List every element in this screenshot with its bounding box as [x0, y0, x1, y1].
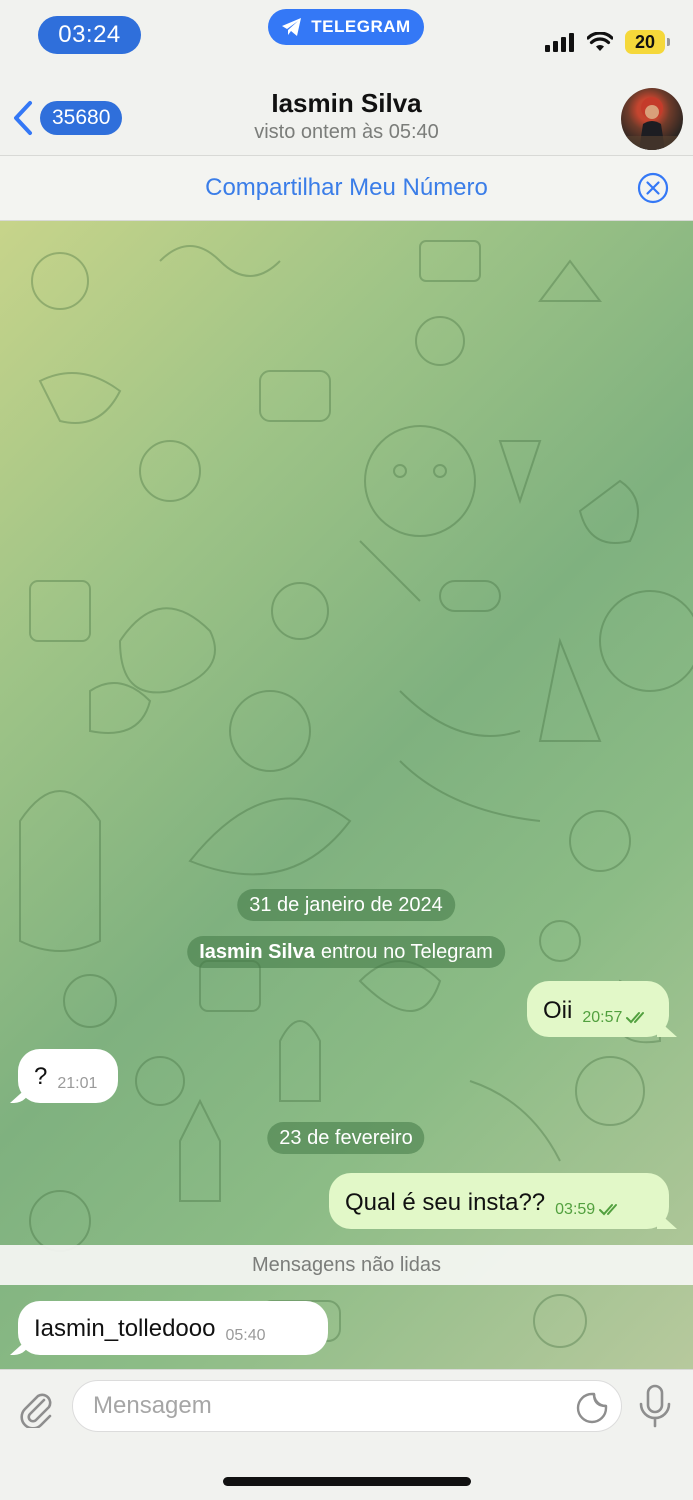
message-text: ? [34, 1063, 48, 1090]
status-icons: 20 [545, 28, 670, 56]
message-bubble-incoming[interactable]: ? 21:01 [18, 1049, 118, 1103]
share-my-number-link[interactable]: Compartilhar Meu Número [0, 174, 693, 202]
double-check-icon [599, 1204, 618, 1216]
service-message-text: entrou no Telegram [320, 940, 493, 963]
date-separator: 31 de janeiro de 2024 [237, 889, 455, 921]
message-bubble-outgoing[interactable]: Qual é seu insta?? 03:59 [329, 1173, 669, 1229]
message-time: 21:01 [57, 1075, 98, 1092]
paperclip-icon[interactable] [16, 1388, 56, 1428]
message-input-bar [0, 1369, 693, 1500]
battery-level: 20 [634, 31, 656, 52]
message-text: Qual é seu insta?? [345, 1189, 546, 1216]
home-indicator[interactable] [223, 1477, 471, 1486]
share-number-bar: Compartilhar Meu Número [0, 155, 693, 221]
message-field[interactable] [72, 1380, 622, 1432]
contact-name[interactable]: Iasmin Silva [0, 88, 693, 119]
date-separator: 23 de fevereiro [267, 1122, 425, 1154]
message-text: Oii [543, 997, 573, 1024]
contact-last-seen: visto ontem às 05:40 [254, 121, 439, 143]
chat-header: 03:24 TELEGRAM 20 35680 Iasmin Silva vis… [0, 0, 693, 155]
date-separator-label: 23 de fevereiro [279, 1126, 413, 1149]
message-time: 03:59 [555, 1201, 596, 1218]
telegram-plane-icon [282, 18, 302, 36]
message-time: 20:57 [582, 1009, 623, 1026]
close-circle-icon[interactable] [637, 172, 669, 204]
unread-messages-divider: Mensagens não lidas [0, 1245, 693, 1285]
message-time: 05:40 [225, 1327, 266, 1344]
signal-bars-icon [545, 33, 574, 52]
service-message: Iasmin Silva entrou no Telegram [187, 936, 505, 968]
message-bubble-outgoing[interactable]: Oii 20:57 [527, 981, 669, 1037]
date-separator-label: 31 de janeiro de 2024 [249, 893, 443, 916]
message-bubble-incoming[interactable]: Iasmin_tolledooo 05:40 [18, 1301, 328, 1355]
service-message-name[interactable]: Iasmin Silva [199, 941, 315, 964]
avatar[interactable] [621, 88, 683, 150]
status-time[interactable]: 03:24 [38, 16, 141, 54]
double-check-icon [626, 1012, 645, 1024]
chat-area[interactable]: 31 de janeiro de 2024 Iasmin Silva entro… [0, 221, 693, 1369]
return-to-app-pill[interactable]: TELEGRAM [268, 9, 424, 45]
microphone-icon[interactable] [635, 1384, 675, 1428]
message-text: Iasmin_tolledooo [34, 1315, 216, 1342]
wifi-icon [587, 32, 613, 51]
app-pill-label: TELEGRAM [311, 17, 411, 36]
unread-messages-label: Mensagens não lidas [251, 1253, 441, 1276]
sticker-icon[interactable] [575, 1391, 609, 1425]
message-input[interactable] [93, 1381, 553, 1431]
battery-icon: 20 [625, 30, 670, 54]
message-meta: 20:57 [582, 1009, 650, 1037]
message-meta: 03:59 [555, 1201, 623, 1229]
